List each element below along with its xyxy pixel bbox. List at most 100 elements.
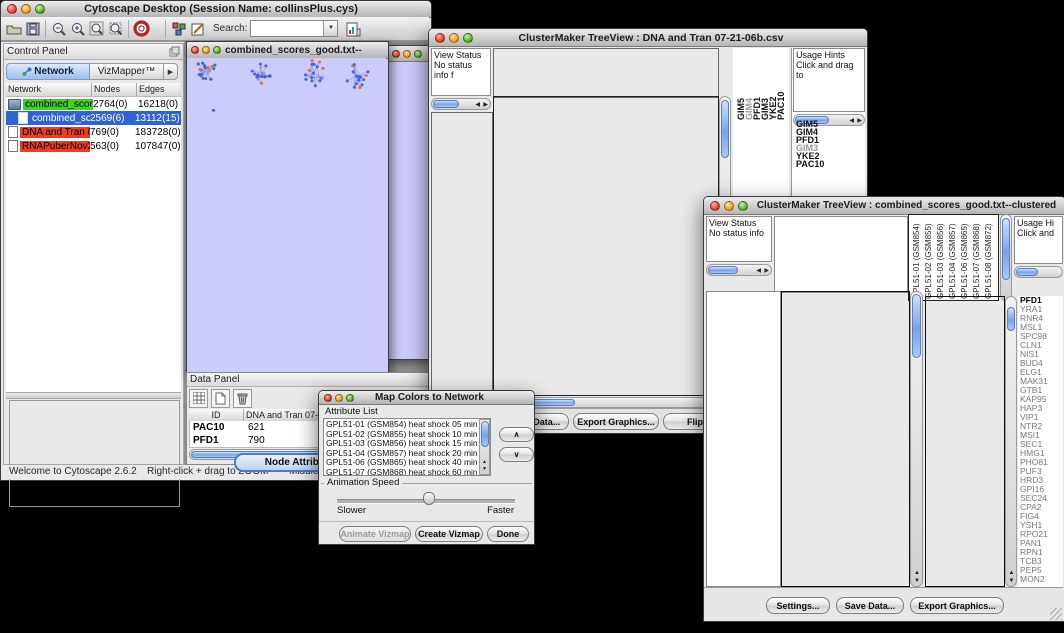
- gene-label[interactable]: BUD4: [1020, 359, 1063, 368]
- attribute-table-icon[interactable]: [189, 389, 208, 408]
- tv1-row-dendrogram[interactable]: [431, 112, 493, 396]
- new-attribute-icon[interactable]: [211, 389, 230, 408]
- scroll-right-icon[interactable]: ▶: [764, 268, 769, 274]
- tv2-column-label[interactable]: GPL51-04 (GSM857): [947, 217, 958, 299]
- gene-label[interactable]: NTR2: [1020, 422, 1063, 431]
- network-list-row[interactable]: combined_scores2764(0)16218(0): [6, 97, 181, 111]
- gene-label[interactable]: PUF3: [1020, 467, 1063, 476]
- delete-attribute-icon[interactable]: [233, 389, 252, 408]
- create-vizmap-button[interactable]: Create Vizmap: [415, 526, 483, 542]
- close-button[interactable]: [324, 394, 332, 402]
- close-button[interactable]: [7, 4, 17, 14]
- tv2-column-label[interactable]: GPL51-07 (GSM868): [971, 217, 982, 299]
- tab-vizmapper[interactable]: VizMapper™: [90, 63, 164, 80]
- tv2-hints-scrollbar[interactable]: [1014, 266, 1063, 278]
- gene-label[interactable]: PEP5: [1020, 566, 1063, 575]
- back-window-titlebar[interactable]: [388, 46, 433, 62]
- gene-label[interactable]: RPO21: [1020, 530, 1063, 539]
- tv2-column-label[interactable]: GPL51-08 (GSM872): [983, 217, 994, 299]
- gene-label[interactable]: VIP1: [1020, 413, 1063, 422]
- gene-label[interactable]: MSL1: [1020, 323, 1063, 332]
- gene-label[interactable]: GTB1: [1020, 386, 1063, 395]
- close-button[interactable]: [435, 33, 445, 43]
- zoom-button[interactable]: [738, 201, 748, 211]
- gene-label[interactable]: HRD3: [1020, 476, 1063, 485]
- tv1-column-dendrogram[interactable]: [493, 48, 719, 98]
- network-canvas[interactable]: [187, 58, 386, 371]
- scroll-left-icon[interactable]: ◀: [756, 268, 761, 274]
- gene-label[interactable]: NIS1: [1020, 350, 1063, 359]
- gene-label[interactable]: SEC24: [1020, 494, 1063, 503]
- birds-eye-view[interactable]: [9, 400, 180, 507]
- tv2-settings-button[interactable]: Settings...: [766, 597, 830, 614]
- gene-label[interactable]: PHO81: [1020, 458, 1063, 467]
- scroll-down-icon[interactable]: ▼: [914, 578, 920, 584]
- close-button[interactable]: [392, 50, 400, 58]
- speed-slider-thumb[interactable]: [423, 492, 435, 505]
- gene-label[interactable]: CPA2: [1020, 503, 1063, 512]
- gene-label[interactable]: RPN1: [1020, 548, 1063, 557]
- minimize-button[interactable]: [724, 201, 734, 211]
- move-down-button[interactable]: ∨: [499, 447, 534, 462]
- gene-label[interactable]: RNR4: [1020, 314, 1063, 323]
- col-edges[interactable]: Edges: [137, 83, 181, 96]
- col-id[interactable]: ID: [189, 409, 244, 421]
- gene-label[interactable]: ELG1: [1020, 368, 1063, 377]
- tv2-column-dendrogram[interactable]: [774, 216, 908, 293]
- tv2-zoom-heatmap[interactable]: [925, 296, 1005, 587]
- search-input[interactable]: ▼: [250, 20, 338, 37]
- scroll-down-icon[interactable]: ▼: [1009, 578, 1015, 584]
- gene-label[interactable]: SPC98: [1020, 332, 1063, 341]
- tv2-column-label[interactable]: GPL51-03 (GSM856): [935, 217, 946, 299]
- main-titlebar[interactable]: Cytoscape Desktop (Session Name: collins…: [1, 1, 431, 18]
- resize-grip[interactable]: [1050, 608, 1062, 620]
- tv2-collabel-scrollbar[interactable]: [1000, 214, 1012, 301]
- scroll-left-icon[interactable]: ◀: [475, 102, 480, 108]
- animate-vizmap-button[interactable]: Animate Vizmap: [339, 526, 411, 542]
- zoom-button[interactable]: [213, 46, 221, 54]
- treeview1-titlebar[interactable]: ClusterMaker TreeView : DNA and Tran 07-…: [429, 29, 867, 47]
- float-panel-icon[interactable]: [169, 46, 180, 62]
- tv2-column-label[interactable]: GPL51-06 (GSM865): [959, 217, 970, 299]
- gene-label[interactable]: KAP95: [1020, 395, 1063, 404]
- tv1-column-label[interactable]: PAC10: [777, 72, 785, 120]
- zoom-out-icon[interactable]: [49, 19, 68, 38]
- scroll-up-icon[interactable]: ▲: [482, 460, 487, 465]
- zoom-button[interactable]: [463, 33, 473, 43]
- gene-label[interactable]: CLN1: [1020, 341, 1063, 350]
- annotation-icon[interactable]: [188, 19, 207, 38]
- treeview2-titlebar[interactable]: ClusterMaker TreeView : combined_scores_…: [704, 197, 1064, 215]
- scroll-up-icon[interactable]: ▲: [914, 570, 920, 576]
- minimize-button[interactable]: [449, 33, 459, 43]
- minimize-button[interactable]: [335, 394, 343, 402]
- gene-label[interactable]: FIG4: [1020, 512, 1063, 521]
- scroll-right-icon[interactable]: ▶: [483, 102, 488, 108]
- export-report-icon[interactable]: [344, 19, 363, 38]
- tv2-status-scrollbar[interactable]: ◀ ▶: [706, 264, 772, 276]
- zoom-fit-icon[interactable]: [87, 19, 106, 38]
- minimize-button[interactable]: [202, 46, 210, 54]
- col-nodes[interactable]: Nodes: [92, 83, 137, 96]
- tv2-zoom-vscrollbar[interactable]: ▲ ▼: [1005, 296, 1017, 587]
- tv1-zoom-heatmap[interactable]: [735, 121, 787, 171]
- network-window-titlebar[interactable]: combined_scores_good.txt--cluste...: [187, 42, 388, 59]
- tab-overflow-icon[interactable]: ▶: [164, 63, 178, 80]
- done-button[interactable]: Done: [487, 526, 529, 542]
- gene-label[interactable]: PAN1: [1020, 539, 1063, 548]
- panel-splitter[interactable]: [6, 392, 181, 399]
- attribute-item[interactable]: GPL51-07 (GSM868) heat shock 60 min: [324, 468, 490, 477]
- network-list-row[interactable]: RNAPuberNov2+!563(0)107847(0): [6, 139, 181, 153]
- gene-label[interactable]: PFD1: [1020, 296, 1063, 305]
- attribute-item[interactable]: GPL51-03 (GSM856) heat shock 15 min: [324, 439, 490, 449]
- move-up-button[interactable]: ∧: [499, 427, 534, 442]
- tv1-status-scrollbar[interactable]: ◀ ▶: [431, 98, 491, 110]
- vizmapper-icon[interactable]: [169, 19, 188, 38]
- tab-network[interactable]: Network: [6, 63, 90, 80]
- tv1-row-label[interactable]: PAC10: [796, 160, 864, 168]
- tv1-heatmap[interactable]: [493, 96, 719, 396]
- tv1-export-graphics-button[interactable]: Export Graphics...: [573, 413, 659, 430]
- tv2-export-graphics-button[interactable]: Export Graphics...: [910, 597, 1004, 614]
- dialog-titlebar[interactable]: Map Colors to Network: [319, 391, 534, 405]
- close-button[interactable]: [191, 46, 199, 54]
- gene-label[interactable]: HAP3: [1020, 404, 1063, 413]
